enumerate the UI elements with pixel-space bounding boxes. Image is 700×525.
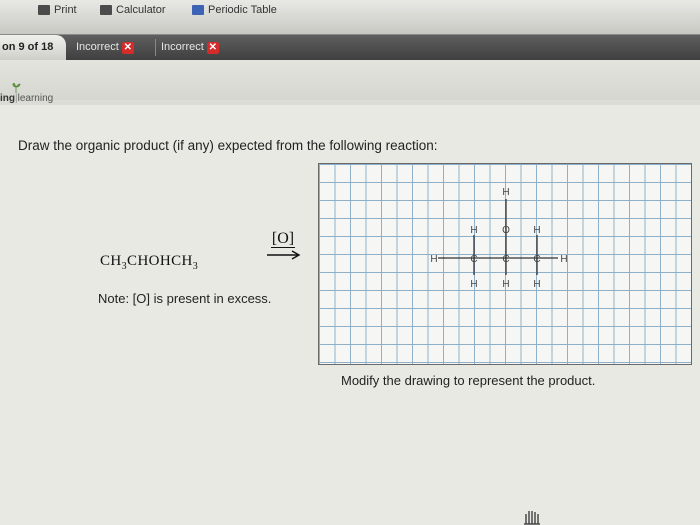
question-position: on 9 of 18 (0, 35, 66, 60)
brand-logo-part1: ing (0, 93, 15, 104)
atom-h[interactable]: H (502, 279, 509, 290)
periodic-table-icon (192, 5, 204, 15)
formula-subscript-2: 3 (192, 261, 199, 272)
atom-h[interactable]: H (470, 225, 477, 236)
top-toolbar: Print Calculator Periodic Table (0, 0, 700, 35)
periodic-table-tool[interactable]: Periodic Table (192, 4, 277, 16)
excess-note: Note: [O] is present in excess. (98, 291, 272, 306)
molecule-drawing[interactable]: H H O H H C C C H H H H (318, 163, 690, 363)
leaf-logo-icon (12, 83, 21, 93)
atom-h[interactable]: H (533, 279, 540, 290)
print-label: Print (54, 4, 77, 16)
attempt-2[interactable]: Incorrect ✕ (161, 35, 219, 60)
divider (155, 39, 156, 56)
reactant-formula: CH3CHOHCH3 (100, 253, 198, 272)
attempt-2-label: Incorrect (161, 41, 204, 53)
question-prompt: Draw the organic product (if any) expect… (18, 138, 438, 153)
atom-c[interactable]: C (533, 254, 540, 265)
reaction-arrow-with-reagent: [O] (265, 231, 301, 267)
atom-h[interactable]: H (533, 225, 540, 236)
x-mark-icon: ✕ (121, 41, 134, 54)
print-tool[interactable]: Print (38, 4, 77, 16)
calculator-icon (100, 5, 112, 15)
brand-bar (0, 60, 700, 100)
formula-part-1: CH (100, 253, 122, 269)
periodic-table-label: Periodic Table (208, 4, 277, 16)
attempt-1-label: Incorrect (76, 41, 119, 53)
atom-o[interactable]: O (502, 225, 510, 236)
calculator-tool[interactable]: Calculator (100, 4, 166, 16)
atom-h-top[interactable]: H (502, 187, 509, 198)
x-mark-icon: ✕ (206, 41, 219, 54)
brand-logo-part2: learning (17, 93, 54, 104)
drawing-instruction: Modify the drawing to represent the prod… (341, 373, 596, 388)
atom-h[interactable]: H (430, 254, 437, 265)
atom-h[interactable]: H (470, 279, 477, 290)
brand-logo: ing|learning (0, 93, 54, 104)
calculator-label: Calculator (116, 4, 166, 16)
print-icon (38, 5, 50, 15)
reaction-arrow-icon (267, 250, 301, 260)
atom-c[interactable]: C (502, 254, 509, 265)
reagent-label: [O] (271, 230, 295, 248)
hand-cursor-icon (524, 511, 540, 525)
atom-h[interactable]: H (560, 254, 567, 265)
formula-part-2: CHOHCH (127, 253, 193, 269)
atom-c[interactable]: C (470, 254, 477, 265)
question-nav-bar: on 9 of 18 Incorrect ✕ Incorrect ✕ (0, 35, 700, 60)
attempt-1[interactable]: Incorrect ✕ (76, 35, 134, 60)
